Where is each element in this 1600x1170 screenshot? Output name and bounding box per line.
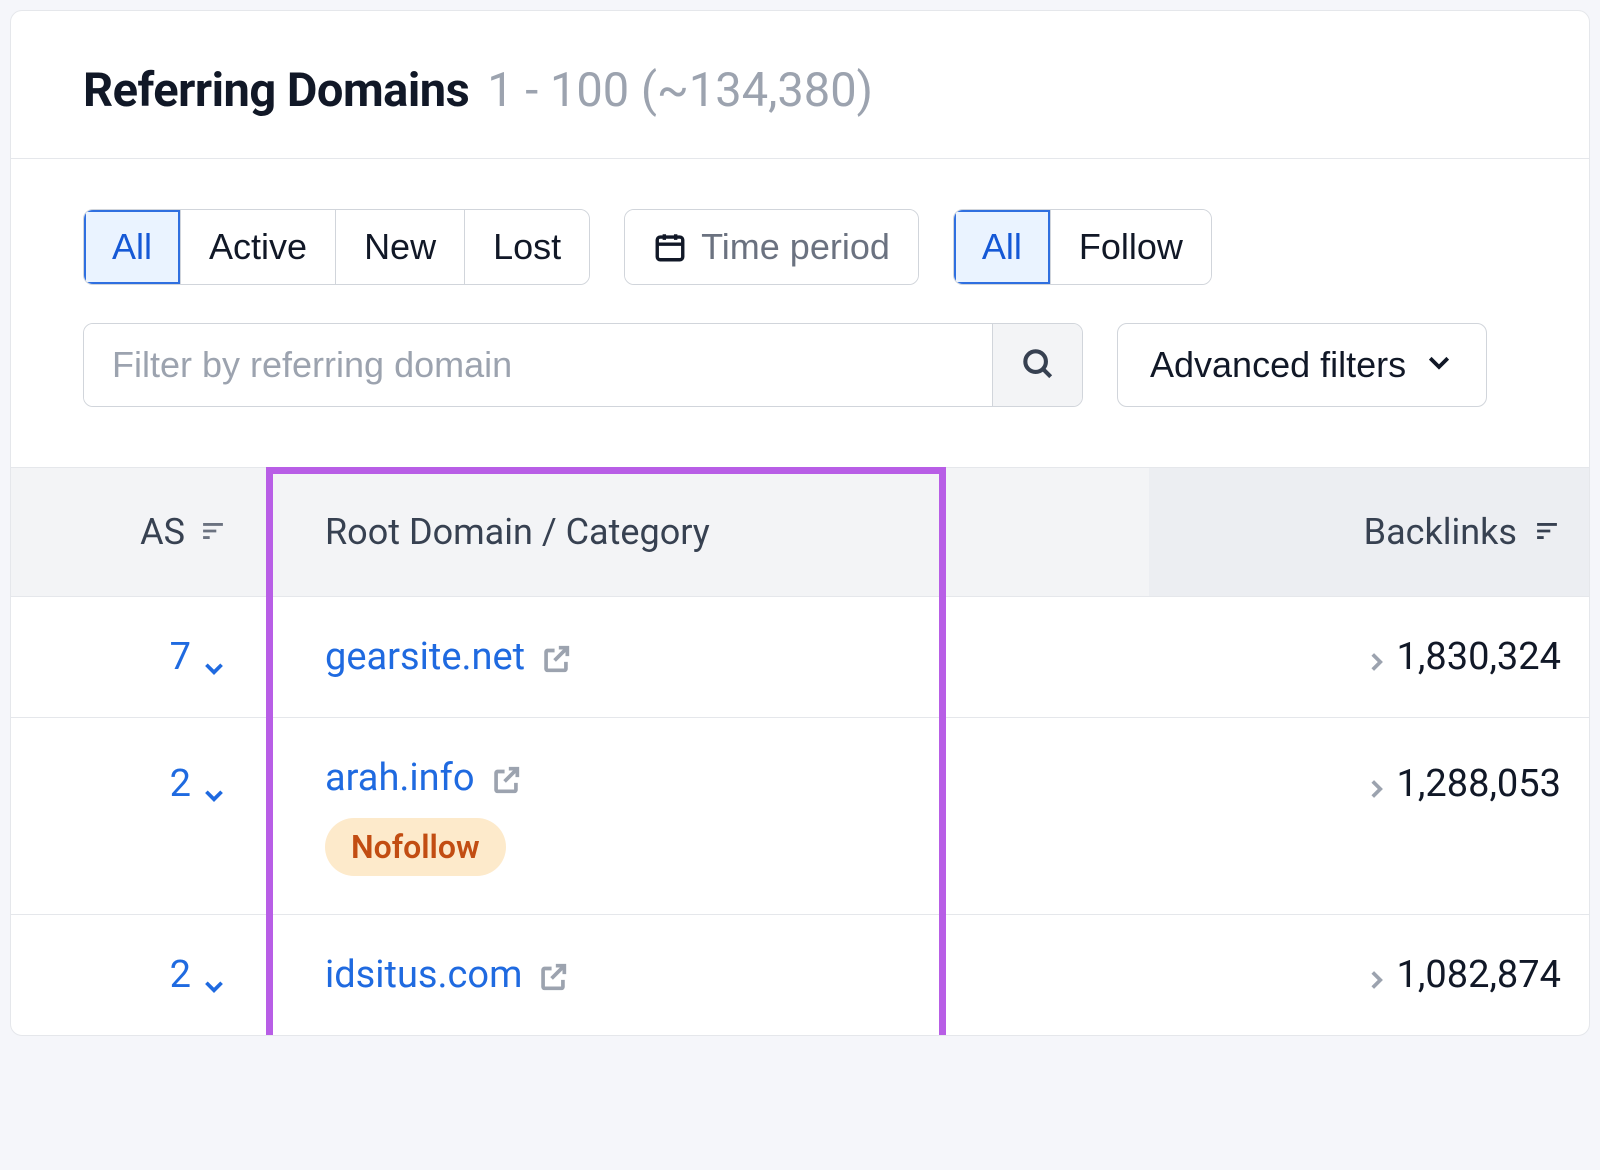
table-container: AS Root Domain / Category Backlinks 7 xyxy=(11,467,1589,1035)
advanced-filters-label: Advanced filters xyxy=(1150,344,1406,386)
time-period-group: Time period xyxy=(624,209,919,285)
domain-text: arah.info xyxy=(325,756,475,800)
chevron-down-icon xyxy=(201,965,227,985)
domain-text: gearsite.net xyxy=(325,635,525,679)
table-row: 2 arah.info Nofollow xyxy=(11,718,1589,915)
backlinks-value: 1,288,053 xyxy=(1397,762,1561,806)
status-filter-active[interactable]: Active xyxy=(180,210,335,284)
panel-header: Referring Domains 1 - 100 (~134,380) xyxy=(11,11,1589,159)
cell-backlinks[interactable]: 1,830,324 xyxy=(1149,635,1589,679)
domain-text: idsitus.com xyxy=(325,953,522,997)
column-header-root-domain[interactable]: Root Domain / Category xyxy=(261,511,1149,553)
chevron-right-icon xyxy=(1363,643,1383,671)
as-value: 7 xyxy=(170,635,191,679)
chevron-down-icon xyxy=(201,647,227,667)
search-container xyxy=(83,323,1083,407)
cell-domain: idsitus.com xyxy=(261,953,1149,997)
cell-backlinks[interactable]: 1,082,874 xyxy=(1149,953,1589,997)
search-icon xyxy=(1019,345,1057,386)
cell-backlinks[interactable]: 1,288,053 xyxy=(1149,756,1589,806)
referring-domains-panel: Referring Domains 1 - 100 (~134,380) All… xyxy=(10,10,1590,1036)
follow-filter-all[interactable]: All xyxy=(954,210,1050,284)
follow-filter-follow[interactable]: Follow xyxy=(1050,210,1211,284)
sort-icon xyxy=(199,520,227,544)
status-filter-lost[interactable]: Lost xyxy=(464,210,589,284)
cell-domain: arah.info Nofollow xyxy=(261,756,1149,876)
table-row: 2 idsitus.com xyxy=(11,915,1589,1035)
domain-link[interactable]: gearsite.net xyxy=(325,635,569,679)
domain-link[interactable]: idsitus.com xyxy=(325,953,566,997)
column-header-as-label: AS xyxy=(140,511,185,553)
filters-row-2: Advanced filters xyxy=(11,285,1589,407)
as-expand[interactable]: 7 xyxy=(170,635,227,679)
as-value: 2 xyxy=(170,953,191,997)
result-range: 1 - 100 (~134,380) xyxy=(487,63,873,118)
advanced-filters-button[interactable]: Advanced filters xyxy=(1117,323,1487,407)
backlinks-value: 1,830,324 xyxy=(1397,635,1561,679)
table-row: 7 gearsite.net xyxy=(11,597,1589,718)
external-link-icon xyxy=(489,763,519,793)
status-filter-all[interactable]: All xyxy=(84,210,180,284)
page-title: Referring Domains xyxy=(83,63,469,118)
time-period-button[interactable]: Time period xyxy=(625,210,918,284)
time-period-label: Time period xyxy=(701,226,890,268)
column-header-as[interactable]: AS xyxy=(11,511,261,553)
backlinks-value: 1,082,874 xyxy=(1397,953,1561,997)
table-header-row: AS Root Domain / Category Backlinks xyxy=(11,467,1589,597)
status-filter-group: All Active New Lost xyxy=(83,209,590,285)
calendar-icon xyxy=(653,230,687,264)
cell-as: 7 xyxy=(11,635,261,679)
status-filter-new[interactable]: New xyxy=(335,210,464,284)
domain-link[interactable]: arah.info xyxy=(325,756,519,800)
column-header-backlinks-label: Backlinks xyxy=(1364,511,1517,553)
follow-filter-group: All Follow xyxy=(953,209,1212,285)
nofollow-badge: Nofollow xyxy=(325,818,506,876)
as-expand[interactable]: 2 xyxy=(170,953,227,997)
as-value: 2 xyxy=(170,762,191,806)
chevron-right-icon xyxy=(1363,961,1383,989)
as-expand[interactable]: 2 xyxy=(170,762,227,806)
filters-row-1: All Active New Lost Time period All Foll… xyxy=(11,159,1589,285)
chevron-down-icon xyxy=(201,774,227,794)
chevron-right-icon xyxy=(1363,770,1383,798)
search-button[interactable] xyxy=(992,324,1082,406)
column-header-backlinks[interactable]: Backlinks xyxy=(1149,468,1589,596)
cell-domain: gearsite.net xyxy=(261,635,1149,679)
external-link-icon xyxy=(539,642,569,672)
search-input[interactable] xyxy=(84,324,992,406)
column-header-root-domain-label: Root Domain / Category xyxy=(325,511,710,553)
chevron-down-icon xyxy=(1424,344,1454,386)
cell-as: 2 xyxy=(11,756,261,806)
cell-as: 2 xyxy=(11,953,261,997)
external-link-icon xyxy=(536,960,566,990)
sort-icon xyxy=(1533,520,1561,544)
